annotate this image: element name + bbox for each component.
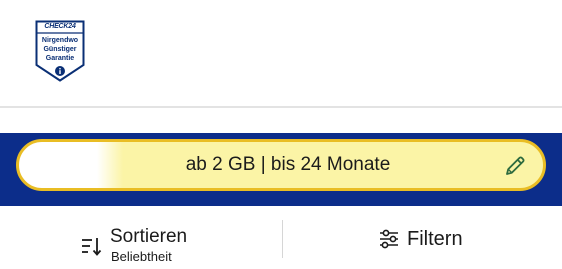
header-area: CHECK24 Nirgendwo Günstiger Garantie xyxy=(0,0,562,106)
search-summary-text: ab 2 GB | bis 24 Monate xyxy=(185,154,391,175)
badge-line-3: Garantie xyxy=(45,55,75,62)
filter-button[interactable]: Filtern xyxy=(370,214,490,262)
header-divider xyxy=(0,106,562,108)
sort-filter-bar: Sortieren Beliebtheit Filtern xyxy=(0,206,562,269)
pencil-icon[interactable] xyxy=(503,154,527,178)
guarantee-badge[interactable]: CHECK24 Nirgendwo Günstiger Garantie xyxy=(35,20,85,82)
sort-label: Sortieren xyxy=(110,226,188,247)
info-icon xyxy=(55,66,65,76)
badge-brand: CHECK24 xyxy=(44,23,76,30)
search-band: ab 2 GB | bis 24 Monate xyxy=(0,133,562,206)
filter-label: Filtern xyxy=(407,228,463,250)
sort-current-value: Beliebtheit xyxy=(111,249,172,264)
sort-icon xyxy=(82,238,102,256)
search-summary-field[interactable]: ab 2 GB | bis 24 Monate xyxy=(16,139,546,191)
badge-line-2: Günstiger xyxy=(43,46,77,53)
sliders-icon xyxy=(380,229,398,249)
toolbar-divider xyxy=(282,220,283,258)
badge-line-1: Nirgendwo xyxy=(41,37,79,44)
sort-button[interactable]: Sortieren Beliebtheit xyxy=(72,214,252,264)
